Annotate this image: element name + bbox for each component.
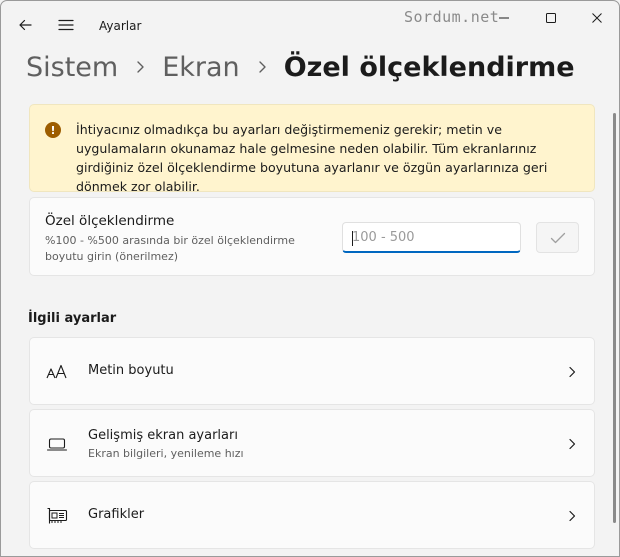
custom-scaling-card: Özel ölçeklendirme %100 - %500 arasında … <box>29 197 595 276</box>
text-size-link[interactable]: Metin boyutu <box>29 337 595 405</box>
navigation-menu-button[interactable] <box>55 15 77 35</box>
maximize-icon <box>546 13 556 23</box>
close-button[interactable] <box>574 3 619 33</box>
custom-scaling-title: Özel ölçeklendirme <box>45 213 175 229</box>
breadcrumb-chevron-icon <box>240 52 284 82</box>
scrollbar[interactable] <box>613 113 616 523</box>
checkmark-icon <box>550 232 565 243</box>
custom-scaling-input[interactable] <box>342 222 521 253</box>
breadcrumb-item-ekran[interactable]: Ekran <box>162 52 239 83</box>
custom-scaling-description: %100 - %500 arasında bir özel ölçeklendi… <box>45 234 295 263</box>
related-settings-heading: İlgili ayarlar <box>28 311 117 326</box>
graphics-label: Grafikler <box>88 507 145 522</box>
minimize-icon <box>499 17 509 19</box>
advanced-display-label: Gelişmiş ekran ayarları <box>88 428 238 443</box>
chevron-right-icon <box>566 436 578 452</box>
advanced-display-subtitle: Ekran bilgileri, yenileme hızı <box>88 447 244 460</box>
maximize-button[interactable] <box>528 3 574 33</box>
graphics-link[interactable]: Grafikler <box>29 481 595 549</box>
text-size-icon <box>45 360 69 384</box>
minimize-button[interactable] <box>481 3 527 33</box>
close-icon <box>592 13 602 23</box>
title-bar: Ayarlar Sordum.net <box>1 1 619 49</box>
back-button[interactable] <box>15 15 35 35</box>
warning-icon: ! <box>45 122 61 138</box>
chevron-right-icon <box>566 364 578 380</box>
breadcrumb-item-sistem[interactable]: Sistem <box>26 52 118 83</box>
warning-infobar: ! İhtiyacınız olmadıkça bu ayarları deği… <box>29 104 595 194</box>
apply-scaling-button[interactable] <box>536 222 579 253</box>
back-arrow-icon <box>19 19 32 31</box>
app-title: Ayarlar <box>99 19 142 33</box>
breadcrumb: Sistem Ekran Özel ölçeklendirme <box>26 49 575 85</box>
page-title: Özel ölçeklendirme <box>283 51 575 83</box>
hamburger-icon <box>58 19 74 31</box>
advanced-display-link[interactable]: Gelişmiş ekran ayarları Ekran bilgileri,… <box>29 409 595 477</box>
chevron-right-icon <box>566 508 578 524</box>
settings-window: Ayarlar Sordum.net Sistem Ekran Özel ölç… <box>0 0 620 557</box>
text-caret <box>352 231 353 246</box>
breadcrumb-chevron-icon <box>118 52 162 82</box>
text-size-label: Metin boyutu <box>88 363 174 378</box>
monitor-icon <box>45 432 69 456</box>
warning-message: İhtiyacınız olmadıkça bu ayarları değişt… <box>76 122 548 194</box>
graphics-card-icon <box>45 504 69 528</box>
